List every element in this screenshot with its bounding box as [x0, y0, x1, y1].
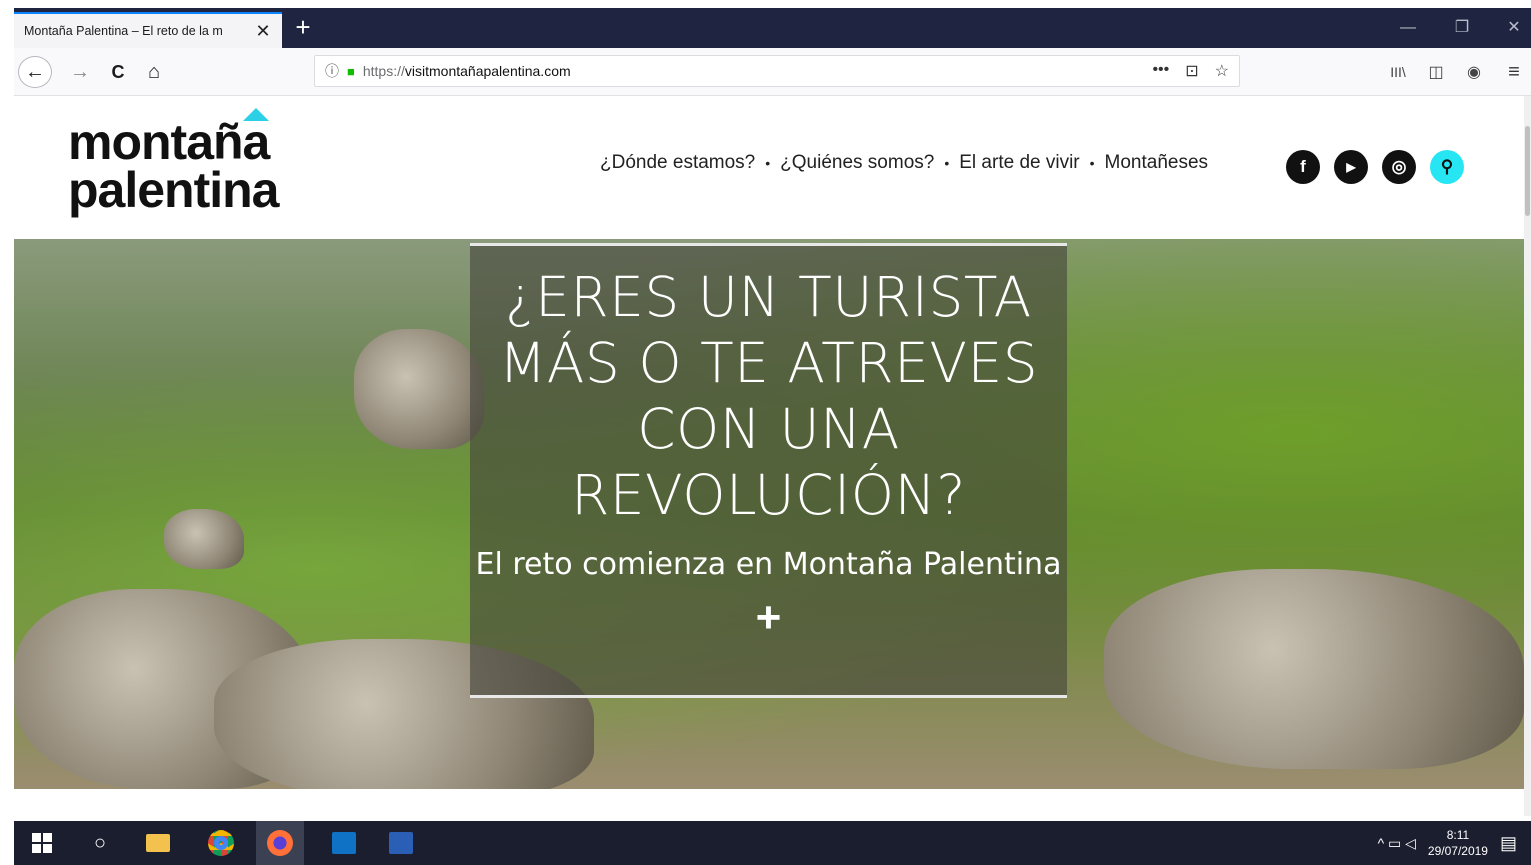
page-scrollbar[interactable] — [1524, 96, 1531, 816]
search-taskbar-icon[interactable]: ○ — [76, 821, 124, 865]
hero-image: ¿ERES UN TURISTA MÁS O TE ATREVES CON UN… — [14, 239, 1524, 789]
new-tab-button[interactable]: + — [290, 14, 316, 40]
search-icon[interactable]: ⚲ — [1430, 150, 1464, 184]
lock-icon: ■ — [347, 63, 355, 79]
tab-bar: Montaña Palentina – El reto de la m ✕ + … — [14, 8, 1531, 48]
logo-line-2: palentina — [68, 162, 279, 218]
system-tray: ^ ▭ ◁ 8:11 29/07/2019 ▤ — [1378, 821, 1517, 865]
site-header: montaña palentina ¿Dónde estamos? • ¿Qui… — [14, 96, 1524, 239]
facebook-icon[interactable]: f — [1286, 150, 1320, 184]
pocket-icon[interactable]: ⊡ — [1185, 61, 1198, 81]
info-icon[interactable]: ⓘ — [325, 61, 339, 81]
restore-button[interactable]: ❐ — [1444, 14, 1480, 42]
menu-icon[interactable]: ≡ — [1500, 56, 1528, 88]
close-window-button[interactable]: ✕ — [1496, 14, 1531, 42]
reload-button[interactable]: C — [104, 56, 132, 88]
rock-decoration — [164, 509, 244, 569]
url-bar[interactable]: ⓘ ■ https://visitmontañapalentina.com ••… — [314, 55, 1240, 87]
tab-title: Montaña Palentina – El reto de la m — [24, 24, 223, 38]
forward-button[interactable]: → — [66, 56, 94, 88]
clock[interactable]: 8:11 29/07/2019 — [1428, 827, 1488, 859]
windows-taskbar: ○ ^ ▭ ◁ 8:11 29/07/2019 ▤ — [14, 821, 1531, 865]
firefox-icon[interactable] — [256, 821, 304, 865]
word-icon[interactable] — [377, 821, 425, 865]
chrome-icon[interactable] — [197, 821, 245, 865]
url-scheme: https:// — [362, 63, 405, 79]
page-actions-icon[interactable]: ••• — [1152, 61, 1169, 81]
windows-logo-icon — [32, 833, 52, 853]
logo-line-1: montaña — [68, 114, 270, 170]
tray-icons[interactable]: ^ ▭ ◁ — [1378, 835, 1416, 852]
account-icon[interactable]: ◉ — [1460, 56, 1488, 88]
menu-item-arte-de-vivir[interactable]: El arte de vivir — [959, 152, 1079, 174]
hero-plus-button[interactable]: + — [470, 596, 1067, 640]
library-icon[interactable]: III\ — [1384, 56, 1412, 88]
screen: Montaña Palentina – El reto de la m ✕ + … — [0, 0, 1531, 865]
minimize-button[interactable]: — — [1390, 14, 1426, 42]
start-button[interactable] — [18, 821, 66, 865]
menu-separator: • — [944, 155, 950, 171]
social-links: f ▶ ◎ ⚲ — [1286, 150, 1464, 184]
youtube-icon[interactable]: ▶ — [1334, 150, 1368, 184]
main-menu: ¿Dónde estamos? • ¿Quiénes somos? • El a… — [600, 152, 1208, 174]
site-logo[interactable]: montaña palentina — [68, 108, 328, 228]
browser-tab[interactable]: Montaña Palentina – El reto de la m ✕ — [14, 12, 282, 48]
hero-subtitle: El reto comienza en Montaña Palentina — [475, 547, 1062, 582]
bookmark-icon[interactable]: ☆ — [1215, 61, 1229, 81]
clock-date: 29/07/2019 — [1427, 844, 1488, 858]
navigation-bar: ← → C ⌂ ⓘ ■ https://visitmontañapalentin… — [14, 48, 1531, 96]
menu-item-quienes-somos[interactable]: ¿Quiénes somos? — [780, 152, 934, 174]
notification-icon[interactable]: ▤ — [1500, 833, 1517, 854]
url-host: visitmontañapalentina.com — [404, 63, 571, 79]
clock-time: 8:11 — [1446, 828, 1470, 842]
outlook-icon[interactable] — [320, 821, 368, 865]
home-button[interactable]: ⌂ — [140, 56, 168, 88]
tab-close-icon[interactable]: ✕ — [254, 21, 272, 41]
logo-accent-triangle — [243, 108, 269, 121]
menu-item-montaneses[interactable]: Montañeses — [1105, 152, 1209, 174]
file-explorer-icon[interactable] — [134, 821, 182, 865]
hero-overlay: ¿ERES UN TURISTA MÁS O TE ATREVES CON UN… — [470, 243, 1067, 698]
instagram-icon[interactable]: ◎ — [1382, 150, 1416, 184]
back-button[interactable]: ← — [18, 56, 52, 88]
menu-item-donde-estamos[interactable]: ¿Dónde estamos? — [600, 152, 755, 174]
rock-decoration — [354, 329, 484, 449]
scrollbar-thumb[interactable] — [1525, 126, 1530, 216]
url-text[interactable]: https://visitmontañapalentina.com — [363, 63, 1153, 79]
rock-decoration — [1104, 569, 1524, 769]
sidebar-icon[interactable]: ◫ — [1422, 56, 1450, 88]
menu-separator: • — [765, 155, 771, 171]
hero-title: ¿ERES UN TURISTA MÁS O TE ATREVES CON UN… — [498, 265, 1039, 527]
menu-separator: • — [1089, 155, 1095, 171]
